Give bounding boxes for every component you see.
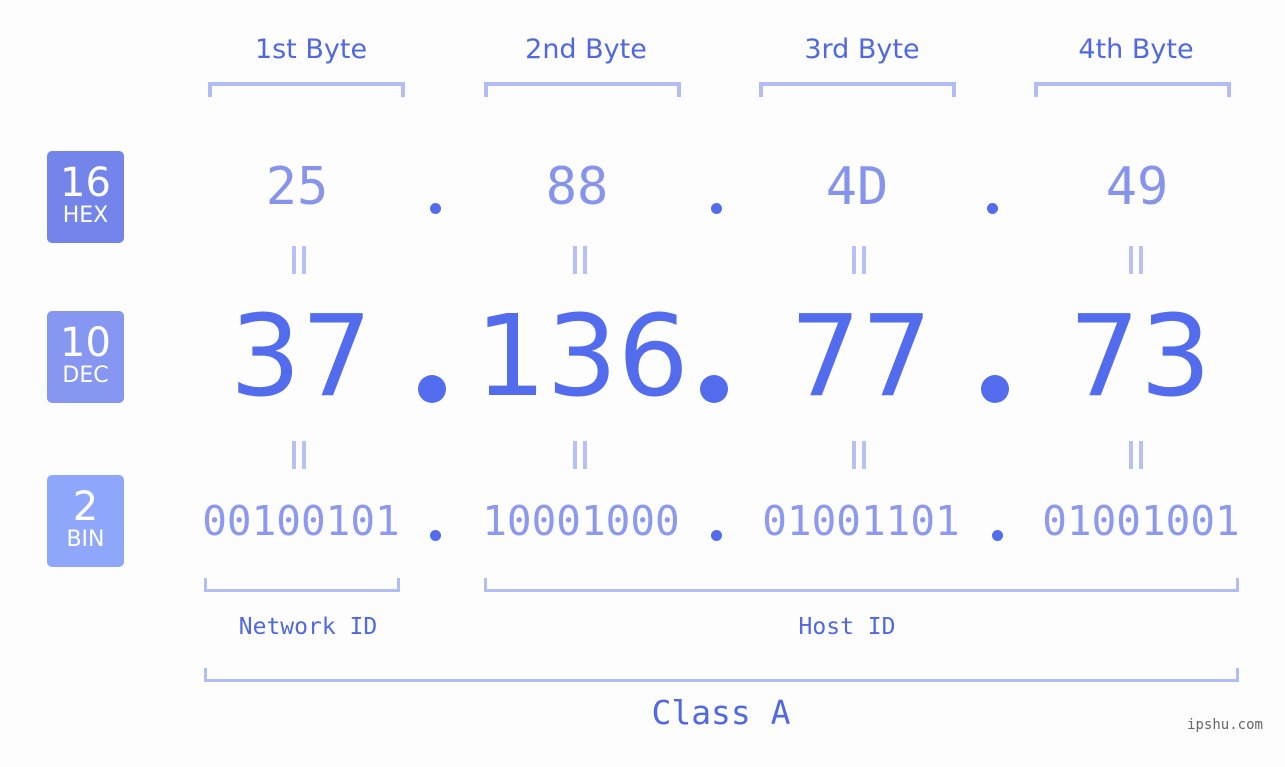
equals-icon (573, 441, 587, 469)
dec-badge-label: DEC (62, 363, 109, 388)
dec-separator-dot (418, 375, 446, 403)
dec-separator-dot (981, 375, 1009, 403)
dec-byte-4: 73 (1068, 292, 1212, 422)
bin-badge: 2 BIN (47, 475, 124, 567)
equals-icon (1129, 246, 1143, 274)
ip-class-label: Class A (651, 693, 791, 732)
bin-separator-dot (711, 530, 722, 541)
byte-header-4: 4th Byte (1078, 34, 1194, 65)
hex-badge-label: HEX (62, 203, 109, 228)
host-id-bracket (484, 578, 1239, 592)
byte-bracket-2 (484, 82, 681, 97)
hex-byte-1: 25 (265, 157, 329, 217)
equals-icon (292, 246, 306, 274)
bin-separator-dot (430, 530, 441, 541)
host-id-label: Host ID (798, 614, 896, 640)
equals-icon (292, 441, 306, 469)
class-bracket (204, 668, 1239, 682)
hex-byte-4: 49 (1105, 157, 1169, 217)
hex-separator-dot (711, 203, 722, 214)
byte-header-3: 3rd Byte (804, 34, 920, 65)
equals-icon (852, 441, 866, 469)
equals-icon (852, 246, 866, 274)
hex-byte-3: 4D (825, 157, 889, 217)
network-id-bracket (204, 578, 400, 592)
dec-base-number: 10 (60, 320, 111, 366)
hex-base-number: 16 (60, 160, 111, 206)
byte-bracket-3 (759, 82, 956, 97)
equals-icon (1129, 441, 1143, 469)
watermark: ipshu.com (1187, 717, 1263, 733)
byte-bracket-1 (208, 82, 405, 97)
bin-separator-dot (992, 530, 1003, 541)
hex-badge: 16 HEX (47, 151, 124, 243)
bin-byte-3: 01001101 (762, 497, 960, 545)
equals-icon (573, 246, 587, 274)
hex-byte-2: 88 (545, 157, 609, 217)
dec-separator-dot (700, 375, 728, 403)
network-id-label: Network ID (238, 614, 378, 640)
byte-bracket-4 (1034, 82, 1231, 97)
bin-byte-2: 10001000 (482, 497, 680, 545)
dec-badge: 10 DEC (47, 311, 124, 403)
dec-byte-1: 37 (229, 292, 373, 422)
byte-header-2: 2nd Byte (525, 34, 647, 65)
dec-byte-3: 77 (789, 292, 933, 422)
bin-byte-4: 01001001 (1042, 497, 1240, 545)
bin-byte-1: 00100101 (202, 497, 400, 545)
bin-base-number: 2 (72, 484, 99, 530)
hex-separator-dot (987, 203, 998, 214)
dec-byte-2: 136 (475, 292, 689, 422)
byte-header-1: 1st Byte (254, 34, 368, 65)
hex-separator-dot (430, 203, 441, 214)
bin-badge-label: BIN (66, 527, 105, 552)
